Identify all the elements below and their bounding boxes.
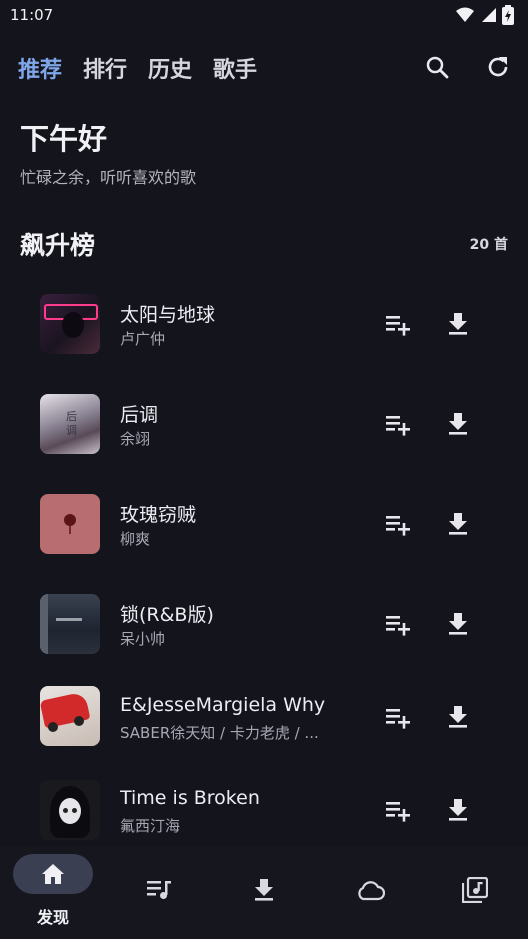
download-icon <box>449 799 467 821</box>
song-title: 玫瑰窃贼 <box>120 504 197 526</box>
playlist-add-icon <box>386 416 410 436</box>
nav-playlist[interactable] <box>106 846 212 939</box>
download-button[interactable] <box>443 795 473 825</box>
cover-art-text: 后调 <box>66 410 77 437</box>
download-icon <box>449 413 467 435</box>
add-to-playlist-button[interactable] <box>383 702 413 732</box>
song-artist: 氟西汀海 <box>120 817 181 835</box>
add-to-playlist-button[interactable] <box>383 795 413 825</box>
song-row[interactable]: Time is Broken 氟西汀海 <box>0 771 528 851</box>
song-row[interactable]: E&JesseMargiela Why SABER徐天知 / 卡力老虎 / ..… <box>0 678 528 758</box>
cloud-icon <box>358 881 385 901</box>
playlist-add-icon <box>386 516 410 536</box>
download-icon <box>449 706 467 728</box>
song-row[interactable]: 锁(R&B版) 呆小帅 <box>0 584 528 664</box>
greeting-subtitle: 忙碌之余，听听喜欢的歌 <box>20 168 197 187</box>
search-icon <box>426 56 449 79</box>
greeting-title: 下午好 <box>20 122 108 156</box>
add-to-playlist-button[interactable] <box>383 509 413 539</box>
song-artist: 余翊 <box>120 430 151 448</box>
add-to-playlist-button[interactable] <box>383 609 413 639</box>
nav-discover[interactable]: 发现 <box>0 846 106 939</box>
search-button[interactable] <box>422 52 452 82</box>
wifi-icon <box>456 7 474 22</box>
add-to-playlist-button[interactable] <box>383 409 413 439</box>
playlist-add-icon <box>386 802 410 822</box>
album-cover: 后调 <box>40 394 100 454</box>
tab-recommend[interactable]: 推荐 <box>18 52 62 84</box>
download-icon <box>255 879 273 901</box>
battery-icon <box>502 5 514 25</box>
add-to-playlist-button[interactable] <box>383 309 413 339</box>
download-button[interactable] <box>443 702 473 732</box>
song-title: 太阳与地球 <box>120 304 216 326</box>
playlist-icon <box>147 881 171 899</box>
song-artist: 卢广仲 <box>120 330 166 348</box>
section-title: 飙升榜 <box>20 231 96 260</box>
song-title: Time is Broken <box>120 787 260 809</box>
album-cover <box>40 494 100 554</box>
tab-artists[interactable]: 歌手 <box>213 52 257 84</box>
home-icon <box>42 864 64 884</box>
song-title: 后调 <box>120 404 159 426</box>
nav-discover-label: 发现 <box>36 908 69 927</box>
status-icons <box>456 5 514 25</box>
playlist-add-icon <box>386 709 410 729</box>
song-count: 20 首 <box>469 237 508 253</box>
tab-history[interactable]: 历史 <box>148 52 192 84</box>
song-title: E&JesseMargiela Why <box>120 694 326 716</box>
status-time: 11:07 <box>10 6 54 24</box>
refresh-icon <box>488 57 508 77</box>
song-row[interactable]: 后调 后调 余翊 <box>0 384 528 464</box>
nav-downloads[interactable] <box>211 846 317 939</box>
song-artist: SABER徐天知 / 卡力老虎 / ... <box>120 724 319 742</box>
album-cover <box>40 594 100 654</box>
status-bar: 11:07 <box>0 0 528 32</box>
signal-icon <box>482 8 496 22</box>
song-title: 锁(R&B版) <box>120 604 214 626</box>
nav-music-library[interactable] <box>422 846 528 939</box>
song-row[interactable]: 太阳与地球 卢广仲 <box>0 284 528 364</box>
rose-icon <box>64 514 76 534</box>
nav-active-indicator <box>13 854 93 894</box>
download-button[interactable] <box>443 409 473 439</box>
nav-cloud[interactable] <box>317 846 423 939</box>
album-cover <box>40 780 100 840</box>
download-icon <box>449 613 467 635</box>
playlist-add-icon <box>386 316 410 336</box>
top-nav: 推荐 排行 历史 歌手 <box>0 44 528 88</box>
bottom-nav: 发现 <box>0 846 528 939</box>
download-button[interactable] <box>443 609 473 639</box>
tab-charts[interactable]: 排行 <box>83 52 127 84</box>
song-artist: 柳爽 <box>120 530 151 548</box>
playlist-add-icon <box>386 616 410 636</box>
song-artist: 呆小帅 <box>120 630 166 648</box>
download-button[interactable] <box>443 309 473 339</box>
download-icon <box>449 513 467 535</box>
download-button[interactable] <box>443 509 473 539</box>
refresh-button[interactable] <box>483 52 513 82</box>
music-library-icon <box>462 877 488 903</box>
album-cover <box>40 294 100 354</box>
album-cover <box>40 686 100 746</box>
download-icon <box>449 313 467 335</box>
song-row[interactable]: 玫瑰窃贼 柳爽 <box>0 484 528 564</box>
